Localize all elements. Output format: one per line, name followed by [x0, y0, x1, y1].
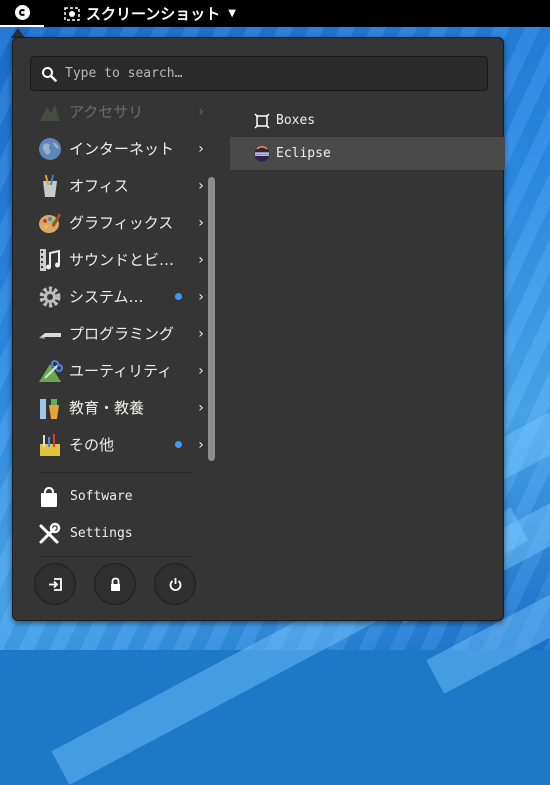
category-label: サウンドとビ… — [69, 251, 175, 269]
caret-down-icon: ▼ — [228, 8, 236, 19]
chevron-right-icon: › — [198, 251, 204, 268]
category-label: オフィス — [69, 177, 129, 195]
category-label: ユーティリティ — [69, 362, 173, 380]
settings-item[interactable]: Settings — [35, 515, 210, 552]
chevron-right-icon: › — [198, 103, 204, 120]
software-bag-icon — [41, 486, 57, 507]
power-icon — [169, 577, 181, 591]
category-programming[interactable]: プログラミング › — [33, 315, 208, 352]
divider — [38, 472, 193, 473]
power-button[interactable] — [154, 563, 196, 605]
office-icon — [43, 174, 57, 197]
activities-button[interactable] — [0, 0, 44, 27]
category-label: アクセサリ — [69, 103, 144, 121]
category-label: その他 — [69, 436, 115, 454]
category-utilities[interactable]: ユーティリティ › — [33, 352, 208, 389]
category-internet[interactable]: インターネット › — [33, 130, 208, 167]
category-other[interactable]: その他 › — [33, 426, 208, 463]
app-menu[interactable]: スクリーンショット ▼ — [64, 0, 236, 27]
software-label: Software — [70, 489, 133, 504]
eclipse-icon — [254, 145, 270, 161]
category-system[interactable]: システム… › — [33, 278, 208, 315]
applications-menu: アクセサリ › インターネット › オフィス › — [12, 37, 505, 621]
lock-button[interactable] — [94, 563, 136, 605]
category-office[interactable]: オフィス › — [33, 167, 208, 204]
programming-icon — [39, 332, 61, 339]
category-label: インターネット — [69, 140, 175, 158]
category-label: システム… — [69, 288, 144, 306]
chevron-right-icon: › — [198, 177, 204, 194]
other-icon — [40, 433, 60, 456]
app-menu-label: スクリーンショット — [86, 5, 221, 23]
category-sound-video[interactable]: サウンドとビ… › — [33, 241, 208, 278]
app-label: Eclipse — [276, 146, 331, 161]
logout-icon — [48, 577, 62, 591]
utilities-icon — [39, 359, 63, 382]
category-label: グラフィックス — [69, 214, 174, 232]
app-item-eclipse[interactable]: Eclipse — [230, 137, 505, 170]
boxes-icon — [254, 112, 270, 129]
internet-globe-icon — [39, 137, 61, 160]
system-gear-icon — [39, 286, 61, 307]
search-input[interactable] — [65, 66, 445, 81]
category-list: アクセサリ › インターネット › オフィス › グラフィックス › サウンドと… — [33, 93, 208, 465]
app-label: Boxes — [276, 113, 316, 128]
chevron-right-icon: › — [198, 140, 204, 157]
top-bar: スクリーンショット ▼ — [0, 0, 550, 27]
lock-icon — [110, 577, 120, 591]
app-list: Boxes Eclipse — [230, 104, 505, 170]
category-graphics[interactable]: グラフィックス › — [33, 204, 208, 241]
settings-label: Settings — [70, 526, 133, 541]
category-label: 教育・教養 — [69, 399, 145, 417]
chevron-right-icon: › — [198, 362, 204, 379]
divider — [38, 556, 193, 557]
chevron-right-icon: › — [198, 436, 204, 453]
software-item[interactable]: Software — [35, 478, 210, 515]
graphics-palette-icon — [39, 212, 62, 233]
category-label: プログラミング — [69, 325, 175, 343]
chevron-right-icon: › — [198, 399, 204, 416]
logout-button[interactable] — [34, 563, 76, 605]
accessories-icon — [40, 104, 60, 121]
app-item-boxes[interactable]: Boxes — [230, 104, 505, 137]
settings-tools-icon — [39, 522, 61, 543]
category-education[interactable]: 教育・教養 › — [33, 389, 208, 426]
search-icon — [42, 66, 57, 82]
chevron-right-icon: › — [198, 288, 204, 305]
sound-video-icon — [40, 248, 60, 271]
new-apps-dot — [175, 293, 182, 300]
activities-logo-icon — [14, 5, 30, 20]
category-accessories[interactable]: アクセサリ › — [33, 93, 208, 130]
chevron-right-icon: › — [198, 214, 204, 231]
new-apps-dot — [175, 441, 182, 448]
education-icon — [40, 398, 59, 419]
screenshot-camera-icon — [64, 6, 80, 21]
search-field[interactable] — [30, 56, 488, 91]
chevron-right-icon: › — [198, 325, 204, 342]
category-scrollbar[interactable] — [208, 177, 215, 461]
